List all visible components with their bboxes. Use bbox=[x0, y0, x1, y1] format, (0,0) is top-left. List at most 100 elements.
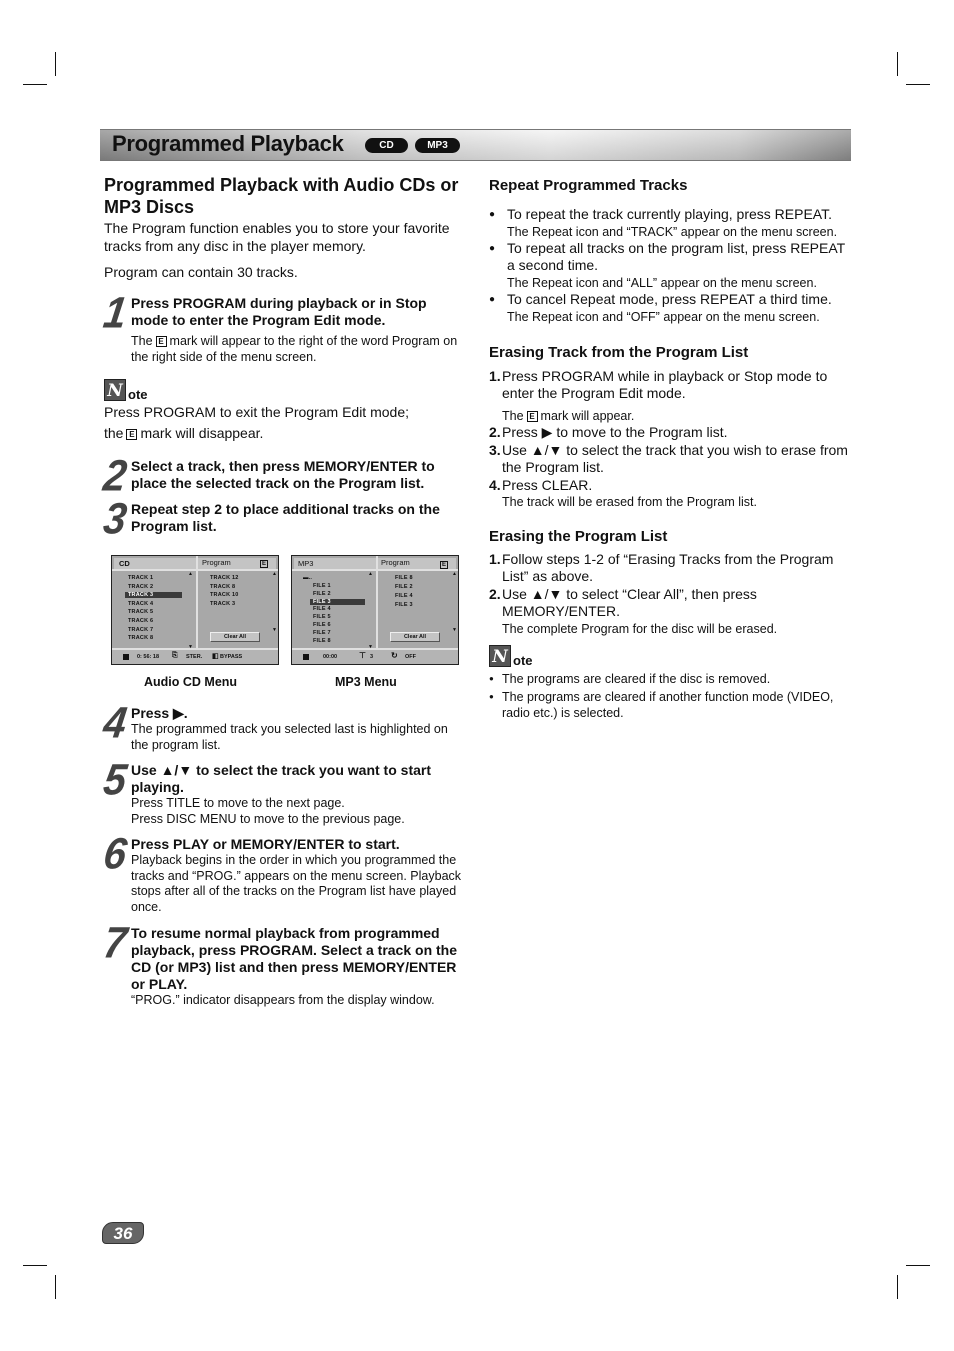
file-item: FILE 8 bbox=[313, 637, 331, 644]
step-number: 1 bbox=[100, 288, 128, 338]
crop-mark bbox=[906, 1265, 930, 1266]
track-item: TRACK 1 bbox=[128, 575, 154, 581]
program-item: TRACK 12 bbox=[210, 575, 239, 581]
crop-mark bbox=[23, 84, 47, 85]
program-item: FILE 2 bbox=[395, 584, 413, 590]
step-number: 3 bbox=[100, 494, 128, 544]
step-heading: Use ▲/▼ to select the track you want to … bbox=[131, 762, 432, 795]
note-label: ote bbox=[128, 387, 148, 402]
file-item: FILE 2 bbox=[313, 590, 331, 597]
edit-mark-icon: E bbox=[126, 429, 138, 440]
crop-mark bbox=[906, 84, 930, 85]
step-number: 5 bbox=[100, 755, 128, 805]
step-number: 7 bbox=[100, 918, 128, 968]
audio-cd-menu-caption: Audio CD Menu bbox=[144, 675, 238, 689]
list-item: 1. Press PROGRAM while in playback or Sto… bbox=[489, 368, 828, 423]
clear-all-button: Clear All bbox=[210, 632, 260, 642]
erase-track-title: Erasing Track from the Program List bbox=[489, 344, 749, 361]
list-item: 1. Follow steps 1-2 of “Erasing Tracks fr… bbox=[489, 551, 834, 584]
page-title: Programmed Playback bbox=[112, 131, 344, 156]
note-box: N ote Press PROGRAM to exit the Program … bbox=[104, 379, 466, 442]
crop-mark bbox=[55, 1275, 56, 1299]
steps-continued: 4 Press ▶. The programmed track you sele… bbox=[100, 698, 466, 1009]
speaker-icon: ◧ bbox=[212, 653, 219, 660]
edit-mark-icon: E bbox=[155, 336, 167, 347]
step-detail: Playback begins in the order in which yo… bbox=[131, 853, 462, 914]
status-repeat: OFF bbox=[405, 654, 416, 660]
step-heading: Press PROGRAM during playback or in Stop… bbox=[131, 295, 427, 328]
step-detail: The Emark will appear to the right of the… bbox=[131, 334, 458, 364]
list-item: 4. Press CLEAR. The track will be erased … bbox=[489, 477, 757, 509]
repeat-list: To repeat the track currently playing, p… bbox=[489, 206, 854, 325]
track-item: TRACK 4 bbox=[128, 600, 154, 607]
erase-list-steps: 1. Follow steps 1-2 of “Erasing Tracks fr… bbox=[489, 551, 854, 637]
capacity-text: Program can contain 30 tracks. bbox=[104, 264, 298, 280]
file-item: FILE 5 bbox=[313, 614, 331, 621]
scroll-up-icon: ▲ bbox=[368, 571, 373, 577]
edit-mark-icon: E bbox=[440, 561, 448, 569]
list-item: 3. Use ▲/▼ to select the track that you w… bbox=[489, 442, 848, 475]
scroll-up-icon: ▲ bbox=[188, 571, 193, 577]
title-banner: Programmed Playback CD MP3 bbox=[100, 129, 851, 161]
list-item: 2. Use ▲/▼ to select “Clear All”, then pr… bbox=[489, 586, 778, 636]
clear-all-button: Clear All bbox=[390, 632, 440, 642]
stop-icon bbox=[123, 654, 129, 660]
left-column: Programmed Playback with Audio CDs or MP… bbox=[100, 174, 466, 543]
note-box: N ote The programs are cleared if the di… bbox=[489, 645, 854, 721]
track-item: TRACK 7 bbox=[128, 626, 154, 633]
note-label: ote bbox=[513, 653, 533, 668]
track-item: TRACK 2 bbox=[128, 583, 154, 590]
program-item: TRACK 8 bbox=[210, 583, 236, 590]
step-detail: The programmed track you selected last i… bbox=[131, 722, 448, 752]
erase-track-steps: 1. Press PROGRAM while in playback or Sto… bbox=[489, 368, 854, 510]
list-item: To cancel Repeat mode, press REPEAT a th… bbox=[489, 291, 854, 325]
file-item: FILE 6 bbox=[313, 622, 331, 628]
step-heading: Repeat step 2 to place additional tracks… bbox=[131, 501, 440, 534]
step-detail: “PROG.” indicator disappears from the di… bbox=[131, 993, 435, 1007]
step-detail: Press DISC MENU to move to the previous … bbox=[131, 811, 405, 826]
page-number: 36 bbox=[102, 1222, 144, 1244]
erase-list-title: Erasing the Program List bbox=[489, 528, 668, 545]
file-item: FILE 1 bbox=[313, 583, 331, 589]
scroll-up-icon: ▲ bbox=[452, 571, 457, 577]
note-icon: N bbox=[104, 379, 126, 401]
crop-mark bbox=[897, 1275, 898, 1299]
step-number: 2 bbox=[100, 451, 128, 501]
program-item: FILE 4 bbox=[395, 593, 413, 599]
step-7: 7 To resume normal playback from program… bbox=[100, 918, 466, 1009]
menu-left-title: CD bbox=[119, 559, 130, 568]
track-item: TRACK 3 bbox=[125, 592, 182, 599]
crop-mark bbox=[55, 52, 56, 76]
status-audio: STER. bbox=[186, 654, 203, 660]
program-item: TRACK 3 bbox=[210, 600, 236, 607]
track-item: TRACK 5 bbox=[128, 609, 154, 616]
step-4: 4 Press ▶. The programmed track you sele… bbox=[100, 698, 466, 753]
note-list: The programs are cleared if the disc is … bbox=[489, 671, 854, 721]
list-item: To repeat all tracks on the program list… bbox=[489, 240, 854, 291]
file-item: FILE 3 bbox=[310, 598, 365, 605]
status-sound: BYPASS bbox=[220, 654, 243, 660]
scroll-down-icon: ▼ bbox=[272, 627, 277, 633]
list-item: The programs are cleared if another func… bbox=[489, 689, 854, 721]
step-heading: Press ▶. bbox=[131, 705, 188, 721]
step-6: 6 Press PLAY or MEMORY/ENTER to start. P… bbox=[101, 830, 466, 915]
step-number: 4 bbox=[100, 698, 128, 748]
step-1: 1 Press PROGRAM during playback or in St… bbox=[100, 288, 466, 365]
status-count: 3 bbox=[370, 654, 374, 660]
status-time: 00:00 bbox=[323, 654, 338, 660]
menu-right-title: Program bbox=[202, 558, 231, 567]
menu-left-title: MP3 bbox=[298, 559, 314, 568]
repeat-icon: ↻ bbox=[391, 651, 398, 660]
step-5: 5 Use ▲/▼ to select the track you want t… bbox=[100, 755, 466, 827]
step-2: 2 Select a track, then press MEMORY/ENTE… bbox=[101, 452, 466, 500]
step-detail: Press TITLE to move to the next page. bbox=[131, 796, 345, 810]
parent-folder-item: ▬.. bbox=[303, 575, 313, 581]
mp3-menu-caption: MP3 Menu bbox=[335, 675, 397, 689]
note-icon: N bbox=[489, 645, 511, 667]
status-time: 0: 56: 18 bbox=[137, 654, 160, 660]
intro-text: The Program function enables you to stor… bbox=[104, 220, 450, 254]
list-item: The programs are cleared if the disc is … bbox=[489, 671, 854, 687]
mp3-badge: MP3 bbox=[415, 138, 460, 153]
program-item: FILE 8 bbox=[395, 575, 413, 581]
list-item: 2. Press ▶ to move to the Program list. bbox=[489, 424, 728, 440]
